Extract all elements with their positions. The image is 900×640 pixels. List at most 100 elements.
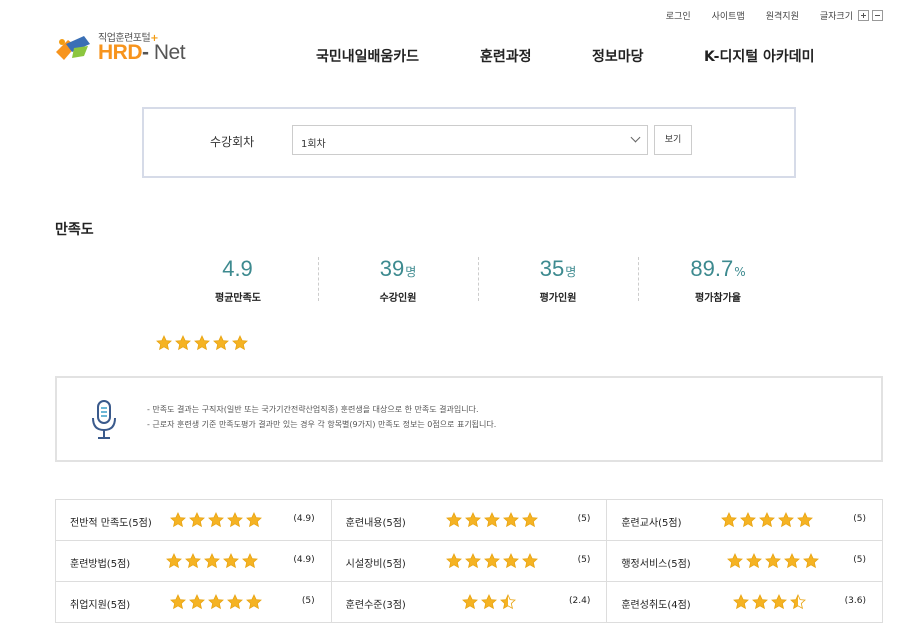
- star-icon: [246, 512, 262, 528]
- nav-item-info[interactable]: 정보마당: [592, 46, 704, 66]
- star-icon: [502, 553, 519, 569]
- rating-name: 훈련성취도(4점): [621, 600, 691, 611]
- rating-cell: 시설장비(5점) (5): [331, 541, 608, 582]
- star-icon: [746, 553, 763, 569]
- star-icon: [189, 594, 205, 610]
- star-icon: [480, 594, 497, 610]
- sitemap-link[interactable]: 사이트맵: [712, 9, 745, 22]
- stat-caption: 평균만족도: [215, 293, 261, 304]
- rating-name: 전반적 만족도(5점): [70, 518, 152, 529]
- microphone-icon: [92, 400, 116, 439]
- rating-cell: 훈련성취도(4점) (3.6): [607, 582, 884, 623]
- rating-grid: 전반적 만족도(5점) (4.9) 훈련내용(5점) (5) 훈련교사(5점) …: [55, 499, 884, 623]
- rating-score: (5): [853, 555, 867, 565]
- star-icon: [156, 335, 172, 351]
- rating-stars: [733, 594, 809, 610]
- rating-score: (5): [577, 555, 591, 565]
- login-link[interactable]: 로그인: [666, 9, 691, 22]
- nav-item-training-card[interactable]: 국민내일배움카드: [316, 46, 480, 66]
- star-icon: [445, 553, 462, 569]
- rating-name: 취업지원(5점): [70, 600, 131, 611]
- rating-name: 훈련수준(3점): [345, 600, 406, 611]
- rating-cell: 훈련방법(5점) (4.9): [56, 541, 332, 582]
- rating-score: (4.9): [293, 514, 315, 524]
- star-icon: [521, 553, 538, 569]
- star-icon: [175, 335, 191, 351]
- font-increase-icon[interactable]: [858, 10, 869, 21]
- star-icon: [765, 553, 782, 569]
- satisfaction-title: 만족도: [55, 222, 94, 238]
- star-icon: [521, 512, 538, 528]
- star-icon: [461, 594, 478, 610]
- star-icon: [227, 512, 243, 528]
- rating-score: (2.4): [569, 596, 591, 606]
- star-icon: [797, 512, 814, 528]
- stat-caption: 평가참가율: [695, 293, 741, 304]
- stat-unit: 명: [565, 265, 577, 279]
- rating-cell: 취업지원(5점) (5): [56, 582, 332, 623]
- font-decrease-icon[interactable]: [872, 10, 883, 21]
- star-icon: [185, 553, 201, 569]
- star-icon: [189, 512, 205, 528]
- star-icon: [246, 594, 262, 610]
- notice-lines: - 만족도 결과는 구직자(일반 또는 국가기간전략산업직종) 훈련생을 대상으…: [147, 402, 496, 432]
- star-icon: [752, 594, 769, 610]
- chevron-down-icon: [630, 132, 641, 143]
- rating-score: (5): [301, 596, 315, 606]
- rating-row: 훈련방법(5점) (4.9) 시설장비(5점) (5) 행정서비스(5점) (5…: [56, 541, 884, 582]
- star-icon: [223, 553, 239, 569]
- star-icon: [502, 512, 519, 528]
- stat-unit: %: [734, 265, 746, 279]
- star-icon: [727, 553, 744, 569]
- session-select-value: 1회차: [301, 139, 326, 150]
- star-icon: [759, 512, 776, 528]
- stat-participation: 89.7% 평가참가율: [638, 255, 798, 304]
- average-star-rating: [156, 335, 251, 351]
- nav-item-k-digital[interactable]: K-디지털 아카데미: [704, 46, 814, 66]
- rating-cell: 훈련교사(5점) (5): [607, 500, 884, 541]
- nav-item-courses[interactable]: 훈련과정: [480, 46, 592, 66]
- site-logo[interactable]: 직업훈련포털+ HRD- Net: [54, 28, 204, 68]
- star-icon: [790, 594, 807, 610]
- rating-cell: 전반적 만족도(5점) (4.9): [56, 500, 332, 541]
- satisfaction-stats: 4.9 평균만족도 39명 수강인원 35명 평가인원 89.7% 평가참가율: [158, 255, 798, 304]
- stat-enrolled: 39명 수강인원: [318, 255, 478, 304]
- notice-line: - 근로자 훈련생 기준 만족도평가 결과만 있는 경우 각 항목별(9가지) …: [147, 420, 497, 429]
- rating-name: 훈련방법(5점): [70, 559, 131, 570]
- stat-caption: 평가인원: [539, 293, 577, 304]
- star-icon: [194, 335, 210, 351]
- session-select[interactable]: 1회차: [292, 125, 648, 155]
- notice-line: - 만족도 결과는 구직자(일반 또는 국가기간전략산업직종) 훈련생을 대상으…: [147, 405, 479, 414]
- rating-stars: [721, 512, 816, 528]
- star-icon: [733, 594, 750, 610]
- logo-mark-icon: [56, 36, 90, 60]
- rating-name: 훈련내용(5점): [345, 518, 406, 529]
- stat-value: 35: [539, 256, 565, 281]
- star-icon: [242, 553, 258, 569]
- star-icon: [227, 594, 243, 610]
- star-icon: [170, 594, 186, 610]
- stat-value: 89.7: [690, 256, 734, 281]
- rating-name: 행정서비스(5점): [621, 559, 691, 570]
- view-button[interactable]: 보기: [654, 125, 692, 155]
- star-icon: [499, 594, 516, 610]
- session-selector-panel: 수강회차 1회차 보기: [142, 107, 796, 178]
- logo-wordmark: HRD- Net: [98, 41, 186, 64]
- rating-score: (5): [853, 514, 867, 524]
- star-icon: [771, 594, 788, 610]
- star-icon: [803, 553, 820, 569]
- star-icon: [166, 553, 182, 569]
- stat-evaluators: 35명 평가인원: [478, 255, 638, 304]
- star-icon: [232, 335, 248, 351]
- rating-stars: [170, 594, 265, 610]
- star-icon: [445, 512, 462, 528]
- rating-stars: [445, 553, 541, 569]
- notice-box: - 만족도 결과는 구직자(일반 또는 국가기간전략산업직종) 훈련생을 대상으…: [55, 376, 883, 462]
- star-icon: [208, 512, 224, 528]
- remote-support-link[interactable]: 원격지원: [766, 9, 799, 22]
- session-label: 수강회차: [210, 135, 255, 149]
- stat-value: 39: [379, 256, 405, 281]
- rating-row: 취업지원(5점) (5) 훈련수준(3점) (2.4) 훈련성취도(4점) (3…: [56, 582, 884, 623]
- rating-name: 시설장비(5점): [345, 559, 406, 570]
- rating-stars: [445, 512, 541, 528]
